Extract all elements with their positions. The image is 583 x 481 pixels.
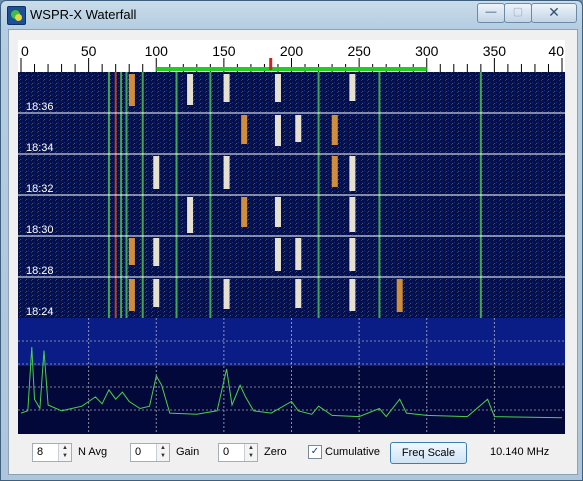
decode-band-bar	[156, 67, 427, 71]
gain-value: 0	[135, 446, 142, 458]
scale-tick-label: 150	[212, 43, 236, 59]
waterfall-signal-burst	[241, 197, 248, 227]
waterfall-signal-burst	[295, 279, 302, 308]
minimize-button[interactable]: —	[477, 3, 505, 23]
navg-label: N Avg	[78, 446, 108, 458]
scale-tick-label: 0	[21, 43, 29, 59]
waterfall-signal-burst	[153, 238, 160, 266]
waterfall-signal-burst	[349, 74, 356, 101]
waterfall-signal-burst	[223, 279, 230, 309]
gain-spinner-arrows[interactable]: ▲ ▼	[156, 444, 169, 461]
navg-value: 8	[37, 446, 44, 458]
waterfall-signal-burst	[128, 279, 135, 311]
zero-value: 0	[223, 446, 230, 458]
waterfall-signal-burst	[153, 279, 160, 307]
waterfall-signal-burst	[349, 279, 356, 311]
freq-scale-button[interactable]: Freq Scale	[390, 442, 467, 464]
zero-label: Zero	[264, 446, 287, 458]
gain-spinbox[interactable]: 0 ▲ ▼	[130, 443, 170, 462]
tx-frequency-marker	[269, 58, 273, 70]
timestamp-label: 18:36	[26, 101, 54, 113]
waterfall-signal-burst	[223, 74, 230, 102]
navg-spinbox[interactable]: 8 ▲ ▼	[32, 443, 72, 462]
waterfall-signal-burst	[128, 74, 135, 106]
waterfall-signal-burst	[274, 238, 281, 271]
scale-tick-label: 300	[415, 43, 439, 59]
timestamp-label: 18:34	[26, 142, 54, 154]
navg-spinner-arrows[interactable]: ▲ ▼	[58, 444, 71, 461]
title-bar[interactable]: WSPR-X Waterfall — ▢ ✕	[1, 1, 582, 29]
scale-tick-label: 50	[81, 43, 97, 59]
scale-tick-label: 100	[145, 43, 169, 59]
waterfall-signal-burst	[349, 238, 356, 271]
frequency-scale: 0 50 100 150 200 250 300 350 40	[18, 40, 565, 72]
timestamp-label: 18:24	[26, 306, 54, 318]
scale-tick-label: 40	[548, 43, 564, 59]
scale-tick-label: 350	[483, 43, 507, 59]
waterfall-signal-burst	[295, 115, 302, 142]
app-icon	[7, 6, 26, 25]
waterfall-signal-burst	[274, 74, 281, 102]
window-title: WSPR-X Waterfall	[30, 7, 137, 22]
maximize-button[interactable]: ▢	[504, 3, 532, 23]
gain-label: Gain	[176, 446, 200, 458]
zero-spinner-arrows[interactable]: ▲ ▼	[244, 444, 257, 461]
waterfall-signal-burst	[349, 156, 356, 191]
timestamp-label: 18:32	[26, 183, 54, 195]
scale-tick-label: 200	[280, 43, 304, 59]
timestamp-label: 18:28	[26, 265, 54, 277]
waterfall-signal-burst	[295, 238, 302, 270]
waterfall-signal-burst	[223, 156, 230, 189]
waterfall-signal-burst	[274, 115, 281, 146]
waterfall-signal-burst	[396, 279, 403, 312]
waterfall-signal-burst	[153, 156, 160, 189]
waterfall-signal-burst	[349, 197, 356, 232]
close-button[interactable]: ✕	[531, 3, 577, 23]
waterfall-signal-burst	[128, 238, 135, 265]
waterfall-signal-burst	[331, 115, 338, 145]
zero-spinbox[interactable]: 0 ▲ ▼	[218, 443, 258, 462]
scale-tick-label: 250	[347, 43, 371, 59]
waterfall-signal-burst	[241, 115, 248, 144]
cumulative-label: Cumulative	[325, 446, 381, 458]
timestamp-label: 18:30	[26, 224, 54, 236]
waterfall-signal-burst	[187, 197, 194, 233]
waterfall-signal-burst	[274, 197, 281, 227]
dial-frequency-readout: 10.140 MHz	[490, 446, 550, 458]
cumulative-checkbox[interactable]: ✓	[308, 445, 322, 459]
spectrum-display	[18, 318, 565, 434]
waterfall-signal-burst	[187, 74, 194, 105]
waterfall-signal-burst	[331, 156, 338, 187]
waterfall-display[interactable]: 18:36 18:34 18:32 18:30 18:28 18:24	[18, 72, 565, 318]
